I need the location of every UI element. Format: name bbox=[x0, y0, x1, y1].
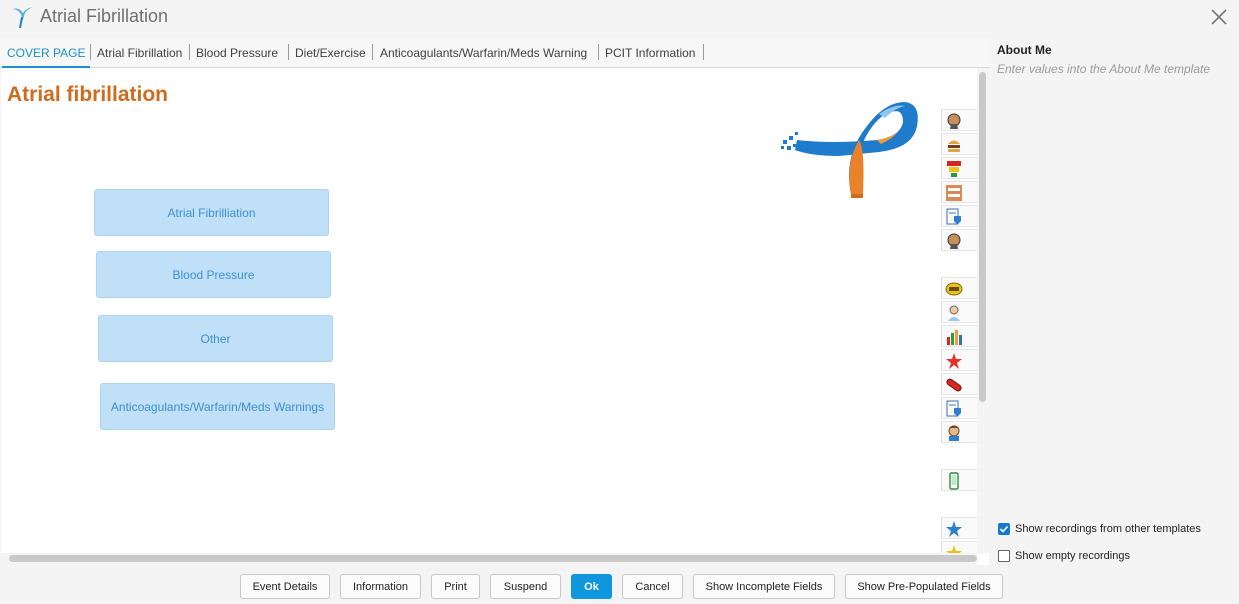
doctor-icon[interactable] bbox=[941, 301, 977, 323]
ok-button[interactable]: Ok bbox=[571, 574, 612, 599]
show-recordings-option[interactable]: Show recordings from other templates bbox=[998, 522, 1201, 536]
atrial-fibrilliation-button[interactable]: Atrial Fibrilliation bbox=[94, 189, 329, 236]
gms-badge-icon[interactable] bbox=[941, 277, 977, 299]
anticoagulants-warnings-button[interactable]: Anticoagulants/Warfarin/Meds Warnings bbox=[100, 383, 335, 430]
pill-icon[interactable] bbox=[941, 373, 977, 395]
show-empty-checkbox[interactable] bbox=[998, 550, 1010, 562]
tab-divider bbox=[703, 44, 704, 60]
tab-blood-pressure[interactable]: Blood Pressure bbox=[196, 46, 278, 60]
suspend-button[interactable]: Suspend bbox=[490, 574, 561, 599]
vertical-scroll-thumb[interactable] bbox=[979, 72, 986, 402]
tab-cover-page[interactable]: COVER PAGE bbox=[7, 46, 85, 60]
show-prepopulated-fields-button[interactable]: Show Pre-Populated Fields bbox=[845, 574, 1003, 599]
show-incomplete-fields-button[interactable]: Show Incomplete Fields bbox=[693, 574, 835, 599]
red-star-icon[interactable] bbox=[941, 349, 977, 371]
horizontal-scrollbar[interactable] bbox=[1, 553, 977, 565]
dialog-button-bar: Event Details Information Print Suspend … bbox=[0, 566, 1239, 604]
patient-profile-icon[interactable] bbox=[941, 109, 977, 131]
cancel-button[interactable]: Cancel bbox=[622, 574, 683, 599]
bar-chart-icon[interactable] bbox=[941, 325, 977, 347]
tab-atrial-fibrillation[interactable]: Atrial Fibrillation bbox=[97, 46, 182, 60]
tab-pcit-information[interactable]: PCIT Information bbox=[605, 46, 695, 60]
traffic-light-icon[interactable] bbox=[941, 157, 977, 179]
blue-star-icon[interactable] bbox=[941, 517, 977, 539]
tab-divider bbox=[90, 44, 91, 60]
tab-divider bbox=[288, 44, 289, 60]
window-title: Atrial Fibrillation bbox=[40, 6, 169, 26]
title-bar: Atrial Fibrillation bbox=[0, 0, 1239, 38]
tab-divider bbox=[598, 44, 599, 60]
food-icon[interactable] bbox=[941, 133, 977, 155]
tab-divider bbox=[372, 44, 373, 60]
information-button[interactable]: Information bbox=[340, 574, 421, 599]
close-icon[interactable] bbox=[1206, 4, 1232, 30]
blood-pressure-button[interactable]: Blood Pressure bbox=[96, 251, 331, 298]
person-icon[interactable] bbox=[941, 421, 977, 443]
patient-profile-icon[interactable] bbox=[941, 229, 977, 251]
show-empty-option[interactable]: Show empty recordings bbox=[998, 549, 1130, 563]
quick-access-toolbar bbox=[941, 109, 977, 559]
at-risk-icon[interactable] bbox=[941, 181, 977, 203]
show-empty-label: Show empty recordings bbox=[1015, 550, 1130, 562]
show-recordings-label: Show recordings from other templates bbox=[1015, 523, 1201, 535]
page-title: Atrial fibrillation bbox=[7, 83, 169, 106]
tab-diet-exercise[interactable]: Diet/Exercise bbox=[295, 46, 366, 60]
other-button[interactable]: Other bbox=[98, 315, 333, 362]
event-details-button[interactable]: Event Details bbox=[240, 574, 330, 599]
app-logo-icon bbox=[10, 4, 36, 30]
mobile-phone-icon[interactable] bbox=[941, 469, 977, 491]
print-button[interactable]: Print bbox=[431, 574, 480, 599]
template-content-pane: Atrial fibrillation Atrial Fibrilliation… bbox=[1, 68, 989, 565]
show-recordings-checkbox[interactable] bbox=[998, 523, 1010, 535]
horizontal-scroll-thumb[interactable] bbox=[9, 555, 977, 562]
about-me-title: About Me bbox=[997, 43, 1052, 57]
tab-anticoagulants[interactable]: Anticoagulants/Warfarin/Meds Warning bbox=[380, 46, 587, 60]
document-shield-icon[interactable] bbox=[941, 397, 977, 419]
tab-divider bbox=[189, 44, 190, 60]
vertical-scrollbar[interactable] bbox=[977, 68, 989, 553]
about-me-hint: Enter values into the About Me template bbox=[997, 62, 1211, 76]
ribbon-logo-icon bbox=[781, 86, 923, 202]
document-shield-icon[interactable] bbox=[941, 205, 977, 227]
tab-bar: COVER PAGE Atrial Fibrillation Blood Pre… bbox=[0, 38, 990, 68]
